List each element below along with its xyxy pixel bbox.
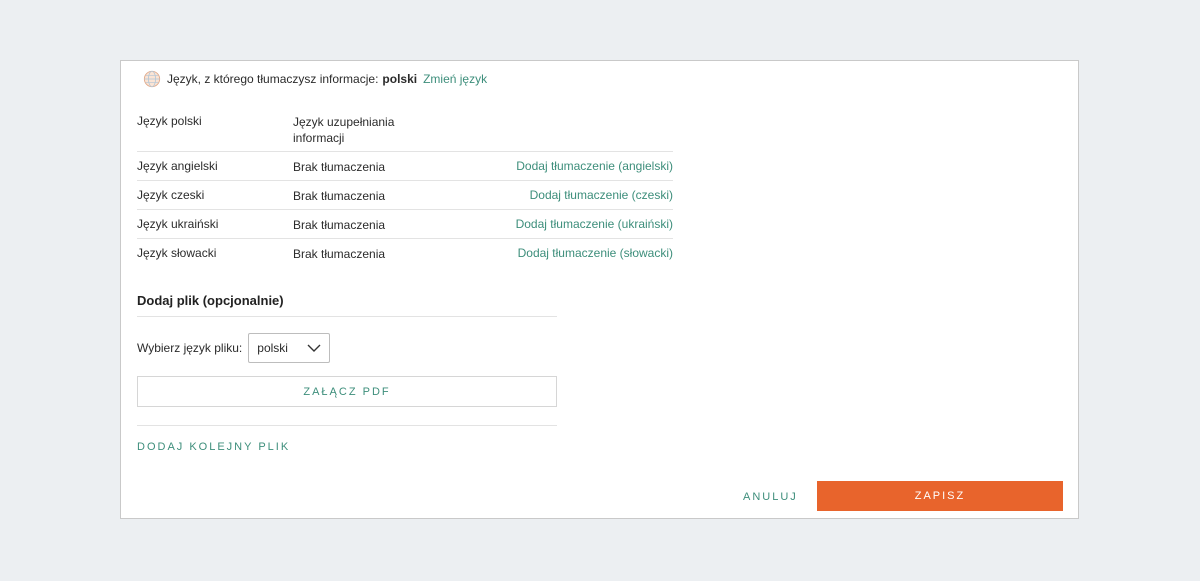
cancel-button[interactable]: ANULUJ [743,491,798,503]
header-status: Język uzupełniania informacji [293,115,395,145]
file-language-row: Wybierz język pliku: polski [137,333,331,363]
row-status: Brak tłumaczenia [293,189,386,203]
file-language-value: polski [257,341,288,355]
table-row: Język angielski Brak tłumaczenia Dodaj t… [137,152,673,181]
add-another-file-button[interactable]: DODAJ KOLEJNY PLIK [137,441,290,453]
row-status: Brak tłumaczenia [293,247,386,261]
row-status: Brak tłumaczenia [293,160,386,174]
attach-pdf-button[interactable]: ZAŁĄCZ PDF [137,376,557,407]
add-translation-czech-link[interactable]: Dodaj tłumaczenie (czeski) [530,188,673,202]
row-language: Język czeski [137,188,205,202]
source-language-label: Język, z którego tłumaczysz informacje: [167,72,379,86]
translation-panel: Język, z którego tłumaczysz informacje: … [120,60,1079,519]
file-language-select[interactable]: polski [248,333,331,363]
table-header-row: Język polski Język uzupełniania informac… [137,108,673,152]
table-row: Język słowacki Brak tłumaczenia Dodaj tł… [137,239,673,268]
source-language-value: polski [382,72,418,86]
chevron-down-icon [307,344,321,352]
file-section-title: Dodaj plik (opcjonalnie) [137,293,557,317]
add-translation-slovak-link[interactable]: Dodaj tłumaczenie (słowacki) [518,246,673,260]
header-language: Język polski [137,114,202,128]
row-language: Język angielski [137,159,218,173]
file-language-label: Wybierz język pliku: [137,341,243,355]
translations-table: Język polski Język uzupełniania informac… [137,108,673,268]
add-translation-english-link[interactable]: Dodaj tłumaczenie (angielski) [516,159,673,173]
globe-icon [143,70,161,88]
change-language-link[interactable]: Zmień język [423,72,487,86]
row-language: Język ukraiński [137,217,219,231]
source-language-bar: Język, z którego tłumaczysz informacje: … [143,70,487,88]
section-divider [137,425,557,426]
table-row: Język czeski Brak tłumaczenia Dodaj tłum… [137,181,673,210]
table-row: Język ukraiński Brak tłumaczenia Dodaj t… [137,210,673,239]
save-button[interactable]: ZAPISZ [817,481,1063,511]
add-translation-ukrainian-link[interactable]: Dodaj tłumaczenie (ukraiński) [516,217,673,231]
row-status: Brak tłumaczenia [293,218,386,232]
row-language: Język słowacki [137,246,217,260]
